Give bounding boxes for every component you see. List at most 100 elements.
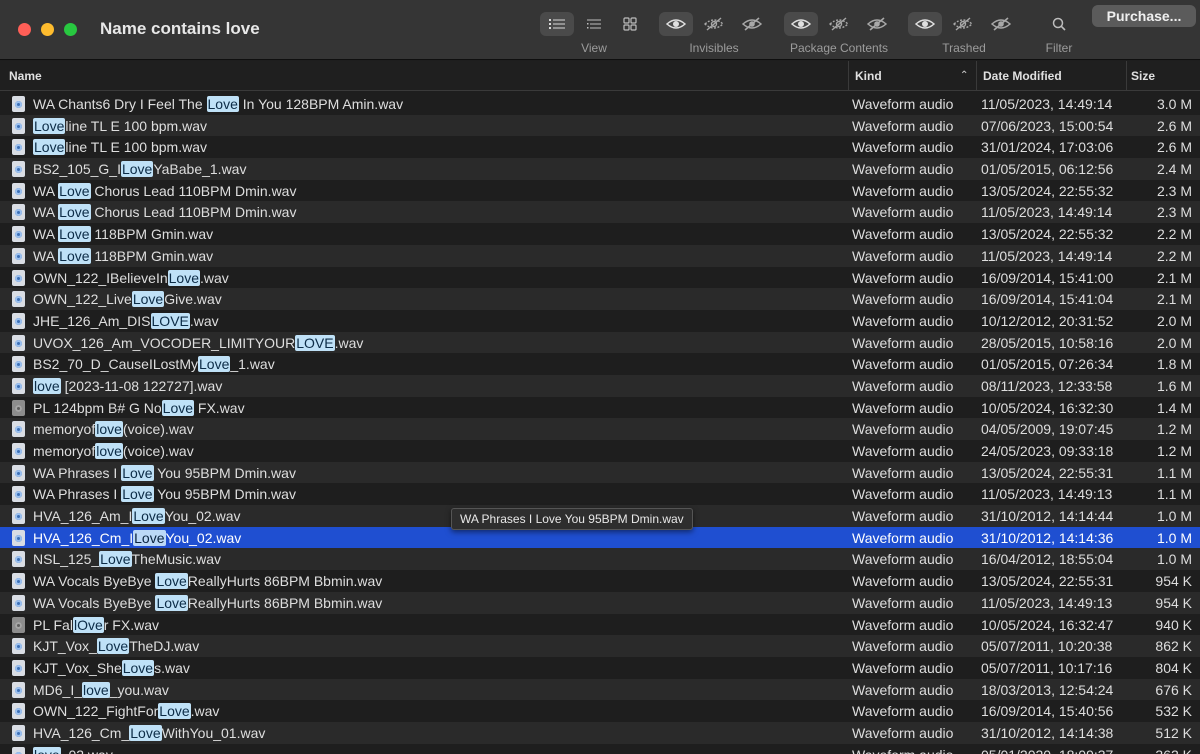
- table-row[interactable]: WA Phrases I Love You 95BPM Dmin.wav Wave…: [0, 483, 1200, 505]
- file-size: 954 K: [1155, 573, 1192, 590]
- file-name-prefix: PL Fal: [33, 616, 73, 633]
- search-match-highlight: Love: [131, 291, 165, 308]
- audio-file-icon: [12, 269, 25, 286]
- table-row[interactable]: WA Chants6 Dry I Feel The Love In You 12…: [0, 93, 1200, 115]
- toolbar: Name contains love View Invisibles Packa…: [0, 0, 1200, 60]
- file-date-modified: 13/05/2024, 22:55:32: [981, 182, 1114, 199]
- table-row[interactable]: WA Love 118BPM Gmin.wav Waveform audio 13/…: [0, 223, 1200, 245]
- file-size: 676 K: [1155, 681, 1192, 698]
- table-row[interactable]: NSL_125_LoveTheMusic.wav Waveform audio 16…: [0, 548, 1200, 571]
- table-row[interactable]: WA Vocals ByeBye LoveReallyHurts 86BPM B…: [0, 591, 1200, 614]
- column-header-size[interactable]: Size: [1126, 61, 1200, 91]
- minimize-window-button[interactable]: [41, 23, 54, 36]
- table-row[interactable]: JHE_126_Am_DISLOVE.wav Waveform audio 10/1…: [0, 310, 1200, 332]
- list-view-button[interactable]: [540, 12, 574, 36]
- table-row[interactable]: WA Love 118BPM Gmin.wav Waveform audio 11/…: [0, 244, 1200, 267]
- file-kind: Waveform audio: [852, 204, 954, 221]
- audio-file-icon: [12, 399, 25, 416]
- file-name-prefix: PL 124bpm B# G No: [33, 399, 162, 416]
- file-name-prefix: OWN_122_FightFor: [33, 703, 159, 720]
- table-row[interactable]: WA Love Chorus Lead 110BPM Dmin.wav Wavef…: [0, 180, 1200, 202]
- table-row[interactable]: OWN_122_IBelieveInLove.wav Waveform audio…: [0, 267, 1200, 289]
- table-row-selected[interactable]: HVA_126_Cm_ILoveYou_02.wav Waveform audio…: [0, 526, 1200, 549]
- outline-view-button[interactable]: [577, 12, 611, 36]
- column-header-date-modified[interactable]: Date Modified: [976, 61, 1126, 91]
- grid-view-button[interactable]: [613, 12, 647, 36]
- trashed-hide-button[interactable]: [984, 12, 1018, 36]
- search-match-highlight: Love: [133, 529, 166, 546]
- file-size: 2.2 M: [1156, 247, 1192, 264]
- file-name: OWN_122_IBelieveInLove.wav: [33, 269, 229, 287]
- file-name: Loveline TL E 100 bpm.wav: [33, 138, 207, 156]
- file-name-suffix: You 95BPM Dmin.wav: [153, 464, 296, 481]
- table-row[interactable]: Loveline TL E 100 bpm.wav Waveform audio 3…: [0, 136, 1200, 158]
- file-name: BS2_105_G_ILoveYaBabe_1.wav: [33, 160, 246, 178]
- table-row[interactable]: OWN_122_LiveLoveGive.wav Waveform audio 16…: [0, 288, 1200, 310]
- file-name-prefix: OWN_122_IBelieveIn: [33, 269, 168, 286]
- invisibles-show-button[interactable]: [659, 12, 693, 36]
- table-row[interactable]: WA Love Chorus Lead 110BPM Dmin.wav Wavef…: [0, 201, 1200, 224]
- file-name-suffix: _02.wav: [61, 747, 113, 754]
- file-kind: Waveform audio: [852, 139, 954, 156]
- file-kind: Waveform audio: [852, 529, 954, 546]
- table-row[interactable]: PL FallOver FX.wav Waveform audio 10/05/20…: [0, 614, 1200, 636]
- column-header-kind[interactable]: Kind: [848, 61, 976, 91]
- table-row[interactable]: love [2023-11-08 122727].wav Waveform aud…: [0, 374, 1200, 397]
- audio-file-icon: [12, 139, 25, 156]
- search-match-highlight: Love: [155, 573, 188, 590]
- table-row[interactable]: BS2_70_D_CauseILostMyLove_1.wav Waveform …: [0, 353, 1200, 375]
- table-row[interactable]: memoryoflove(voice).wav Waveform audio 04/…: [0, 418, 1200, 440]
- table-row[interactable]: HVA_126_Cm_LoveWithYou_01.wav Waveform au…: [0, 721, 1200, 744]
- table-row[interactable]: UVOX_126_Am_VOCODER_LIMITYOURLOVE.wav Wav…: [0, 331, 1200, 354]
- file-name-prefix: NSL_125_: [33, 551, 100, 568]
- file-size: 1.1 M: [1156, 486, 1192, 503]
- file-size: 2.0 M: [1156, 334, 1192, 351]
- file-name-suffix: TheMusic.wav: [131, 551, 221, 568]
- file-name: WA Love Chorus Lead 110BPM Dmin.wav: [33, 182, 296, 200]
- file-name-suffix: 118BPM Gmin.wav: [90, 226, 214, 243]
- search-match-highlight: Love: [99, 551, 132, 568]
- file-size: 1.4 M: [1156, 399, 1192, 416]
- file-size: 2.6 M: [1156, 139, 1192, 156]
- invisibles-hide-button[interactable]: [735, 12, 769, 36]
- table-row[interactable]: love_02.wav Waveform audio 05/01/2020, 18:…: [0, 744, 1200, 754]
- file-name: love [2023-11-08 122727].wav: [33, 377, 222, 395]
- search-match-highlight: lOve: [72, 616, 104, 633]
- table-row[interactable]: MD6_I_love_you.wav Waveform audio 18/03/20…: [0, 678, 1200, 701]
- file-size: 1.6 M: [1156, 377, 1192, 394]
- table-row[interactable]: PL 124bpm B# G NoLove FX.wav Waveform aud…: [0, 397, 1200, 419]
- file-size: 954 K: [1155, 594, 1192, 611]
- table-row[interactable]: KJT_Vox_SheLoves.wav Waveform audio 05/07/…: [0, 657, 1200, 679]
- table-row[interactable]: WA Phrases I Love You 95BPM Dmin.wav Wave…: [0, 461, 1200, 484]
- eye-slash-icon: [742, 17, 762, 31]
- table-row[interactable]: WA Vocals ByeBye LoveReallyHurts 86BPM B…: [0, 570, 1200, 592]
- invisibles-dim-button[interactable]: [697, 12, 731, 36]
- audio-file-icon: [12, 703, 25, 720]
- maximize-window-button[interactable]: [64, 23, 77, 36]
- audio-file-icon: [12, 638, 25, 655]
- package-hide-button[interactable]: [860, 12, 894, 36]
- table-row[interactable]: Loveline TL E 100 bpm.wav Waveform audio 0…: [0, 114, 1200, 137]
- table-row[interactable]: OWN_122_FightForLove.wav Waveform audio 16…: [0, 700, 1200, 722]
- column-header-name[interactable]: Name: [9, 61, 42, 91]
- file-name-prefix: WA Vocals ByeBye: [33, 573, 156, 590]
- trashed-dim-button[interactable]: [946, 12, 980, 36]
- file-kind: Waveform audio: [852, 117, 954, 134]
- file-name-prefix: WA: [33, 247, 59, 264]
- table-row[interactable]: memoryoflove(voice).wav Waveform audio 24/…: [0, 440, 1200, 462]
- purchase-button[interactable]: Purchase...: [1092, 5, 1196, 27]
- close-window-button[interactable]: [18, 23, 31, 36]
- file-name-suffix: ReallyHurts 86BPM Bbmin.wav: [187, 594, 383, 611]
- file-date-modified: 11/05/2023, 14:49:14: [981, 247, 1113, 264]
- trashed-show-button[interactable]: [908, 12, 942, 36]
- filter-button[interactable]: [1042, 12, 1076, 36]
- package-dim-button[interactable]: [822, 12, 856, 36]
- package-show-button[interactable]: [784, 12, 818, 36]
- table-row[interactable]: BS2_105_G_ILoveYaBabe_1.wav Waveform audi…: [0, 158, 1200, 180]
- table-row[interactable]: KJT_Vox_LoveTheDJ.wav Waveform audio 05/07…: [0, 635, 1200, 657]
- eye-icon: [915, 19, 935, 29]
- file-date-modified: 01/05/2015, 07:26:34: [981, 356, 1114, 373]
- file-name-prefix: WA Vocals ByeBye: [33, 594, 156, 611]
- audio-file-icon: [12, 117, 25, 134]
- eye-dashed-icon: [704, 17, 724, 31]
